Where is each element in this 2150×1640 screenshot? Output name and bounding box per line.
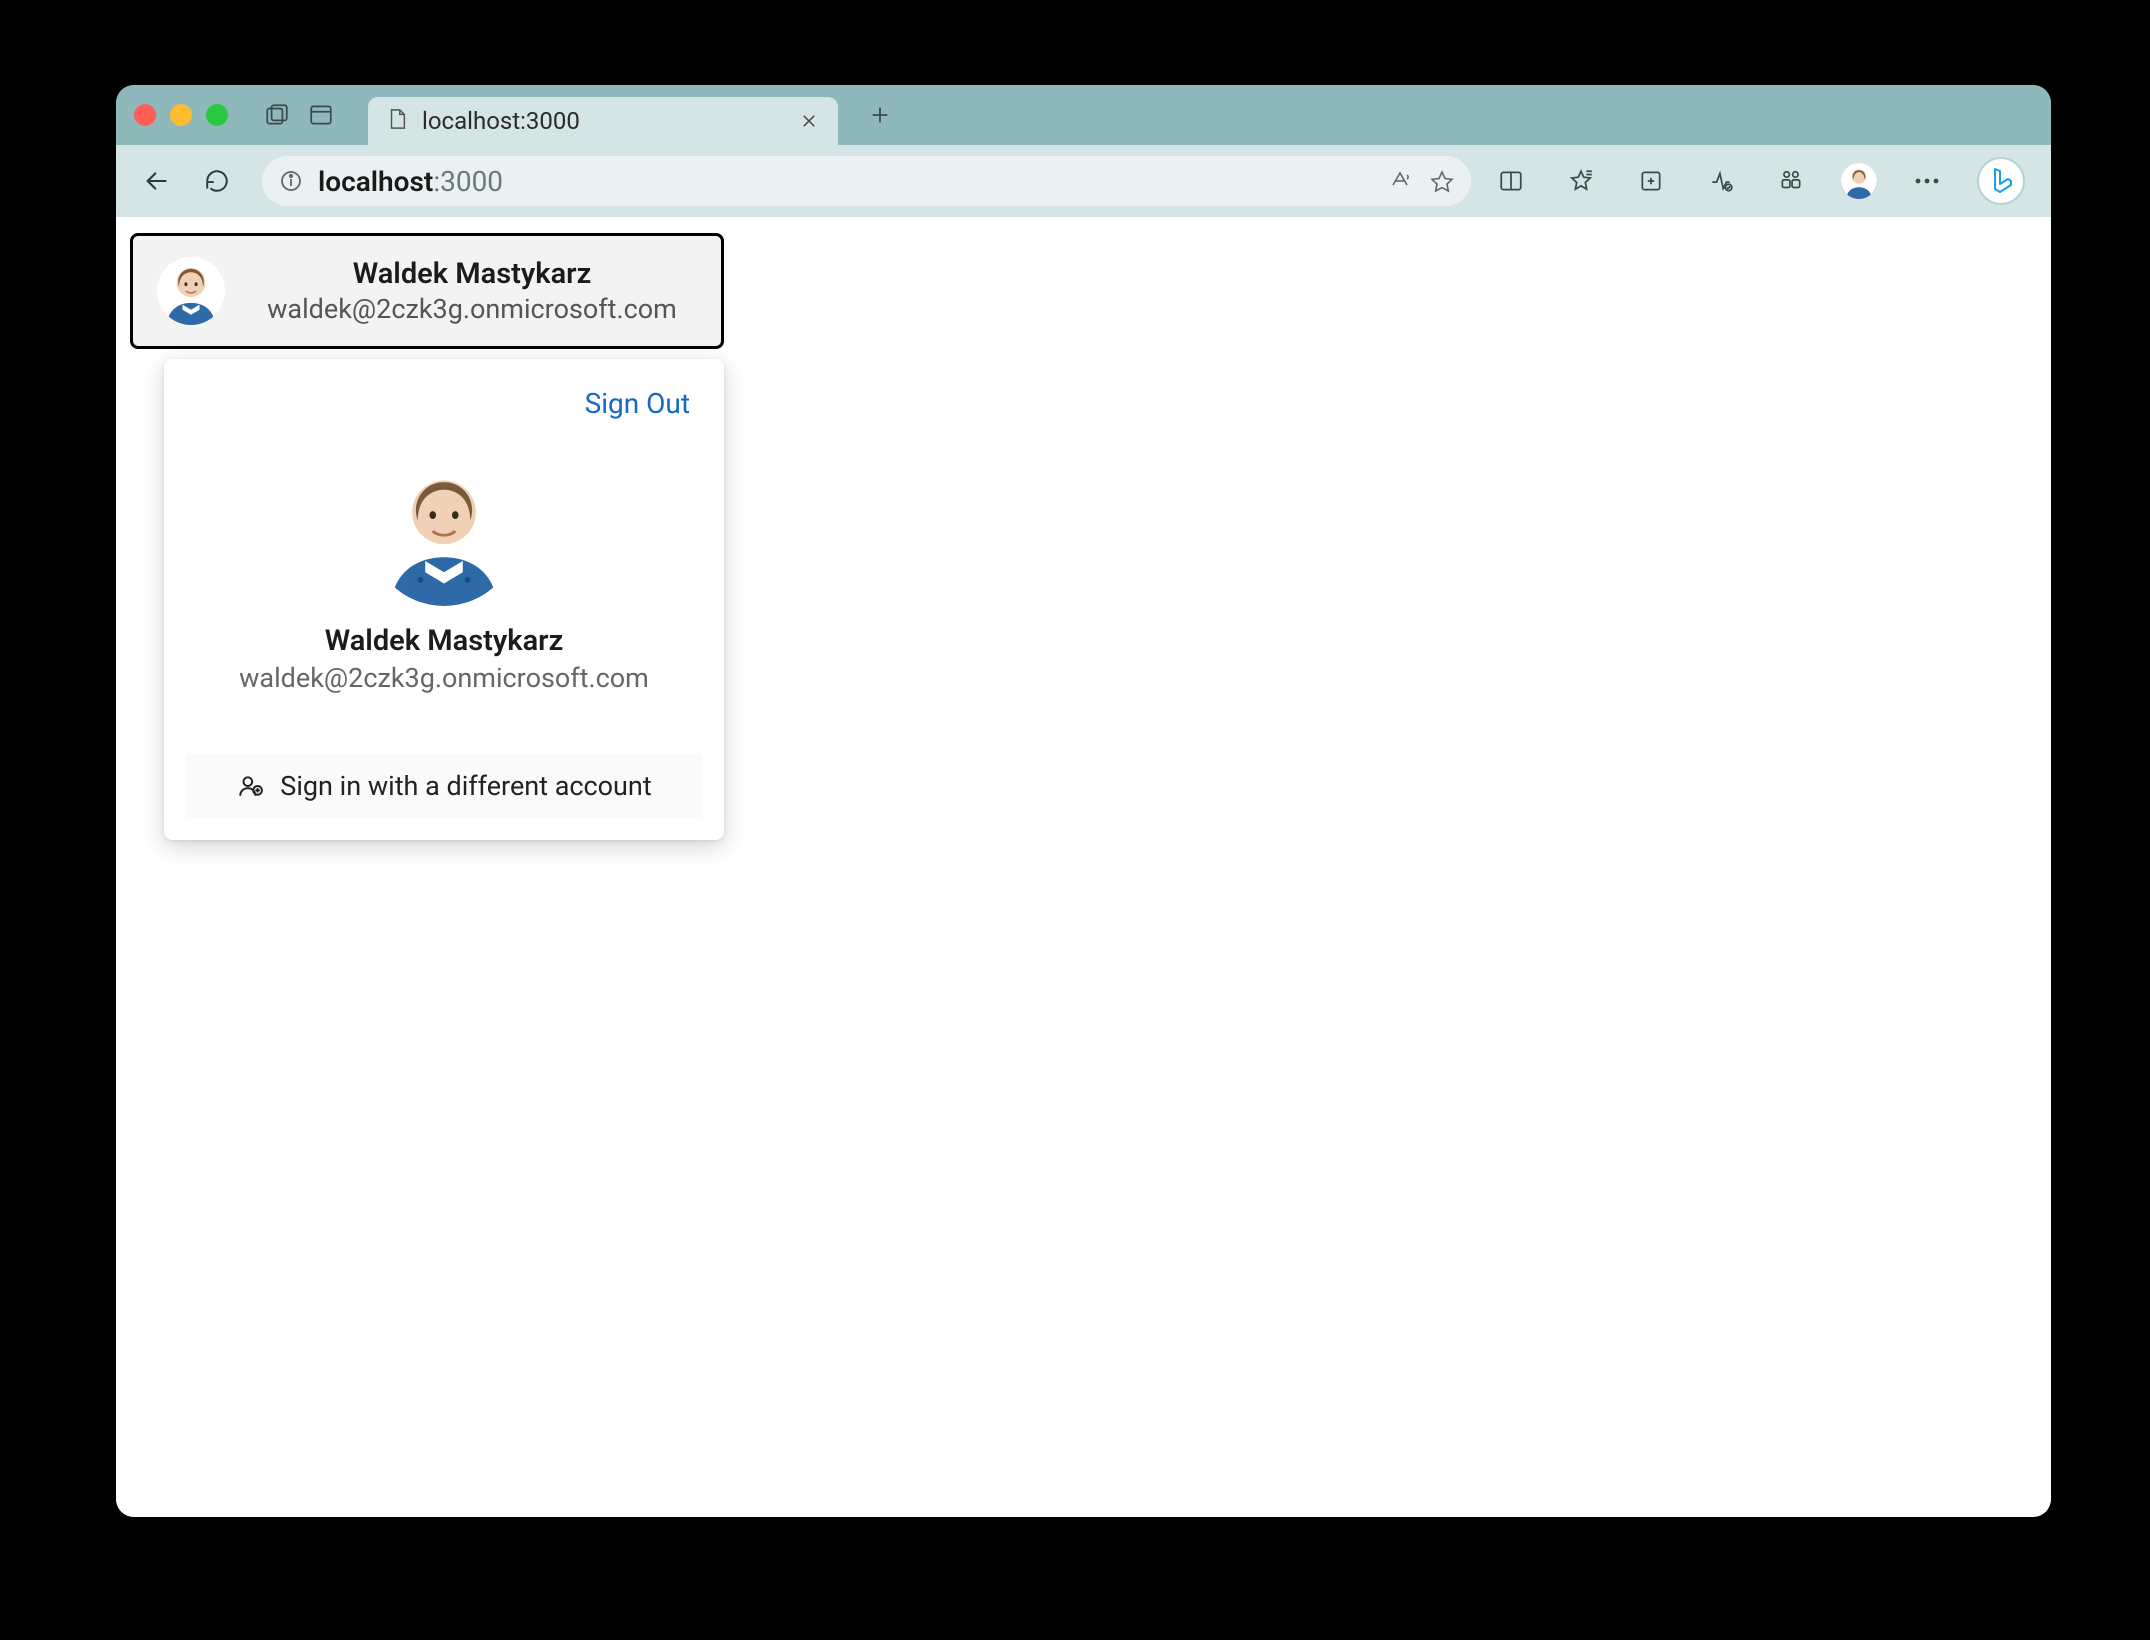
refresh-button[interactable] xyxy=(192,156,242,206)
login-text: Waldek Mastykarz waldek@2czk3g.onmicroso… xyxy=(247,257,697,325)
address-text: localhost:3000 xyxy=(318,165,503,198)
browser-tab[interactable]: localhost:3000 xyxy=(368,97,838,145)
tab-title: localhost:3000 xyxy=(422,107,782,135)
collections-icon[interactable] xyxy=(1631,161,1671,201)
favorite-star-icon[interactable] xyxy=(1427,166,1457,196)
browser-window: localhost:3000 xyxy=(116,85,2051,1517)
sign-in-different-account-button[interactable]: Sign in with a different account xyxy=(186,754,702,818)
tab-actions-icon[interactable] xyxy=(306,100,336,130)
workspaces-icon[interactable] xyxy=(262,100,292,130)
address-bar[interactable]: localhost:3000 xyxy=(262,156,1471,206)
browser-toolbar: localhost:3000 xyxy=(116,145,2051,217)
new-tab-button[interactable] xyxy=(860,95,900,135)
flyout-name: Waldek Mastykarz xyxy=(325,624,564,658)
site-info-icon[interactable] xyxy=(276,166,306,196)
person-switch-icon xyxy=(236,772,264,800)
window-controls xyxy=(134,104,228,126)
flyout-avatar xyxy=(369,456,519,606)
flyout-email: waldek@2czk3g.onmicrosoft.com xyxy=(239,662,649,694)
login-component[interactable]: Waldek Mastykarz waldek@2czk3g.onmicroso… xyxy=(130,233,724,349)
address-host: localhost xyxy=(318,165,433,198)
bing-chat-button[interactable] xyxy=(1977,157,2025,205)
more-menu-button[interactable] xyxy=(1907,161,1947,201)
browser-profile-avatar[interactable] xyxy=(1841,163,1877,199)
sign-in-different-account-label: Sign in with a different account xyxy=(280,770,651,802)
login-name: Waldek Mastykarz xyxy=(247,257,697,291)
login-email: waldek@2czk3g.onmicrosoft.com xyxy=(247,293,697,325)
toolbar-right xyxy=(1491,157,2035,205)
read-aloud-icon[interactable] xyxy=(1385,166,1415,196)
window-zoom-button[interactable] xyxy=(206,104,228,126)
app-icon[interactable] xyxy=(1771,161,1811,201)
window-minimize-button[interactable] xyxy=(170,104,192,126)
sign-out-button[interactable]: Sign Out xyxy=(573,381,702,426)
page-icon xyxy=(386,108,408,134)
tab-close-button[interactable] xyxy=(796,108,822,134)
titlebar: localhost:3000 xyxy=(116,85,2051,145)
page-viewport: Waldek Mastykarz waldek@2czk3g.onmicroso… xyxy=(116,217,2051,1517)
window-close-button[interactable] xyxy=(134,104,156,126)
favorites-icon[interactable] xyxy=(1561,161,1601,201)
split-screen-icon[interactable] xyxy=(1491,161,1531,201)
login-avatar xyxy=(157,257,225,325)
performance-icon[interactable] xyxy=(1701,161,1741,201)
back-button[interactable] xyxy=(132,156,182,206)
account-flyout: Sign Out xyxy=(164,359,724,840)
address-port: :3000 xyxy=(433,165,503,198)
